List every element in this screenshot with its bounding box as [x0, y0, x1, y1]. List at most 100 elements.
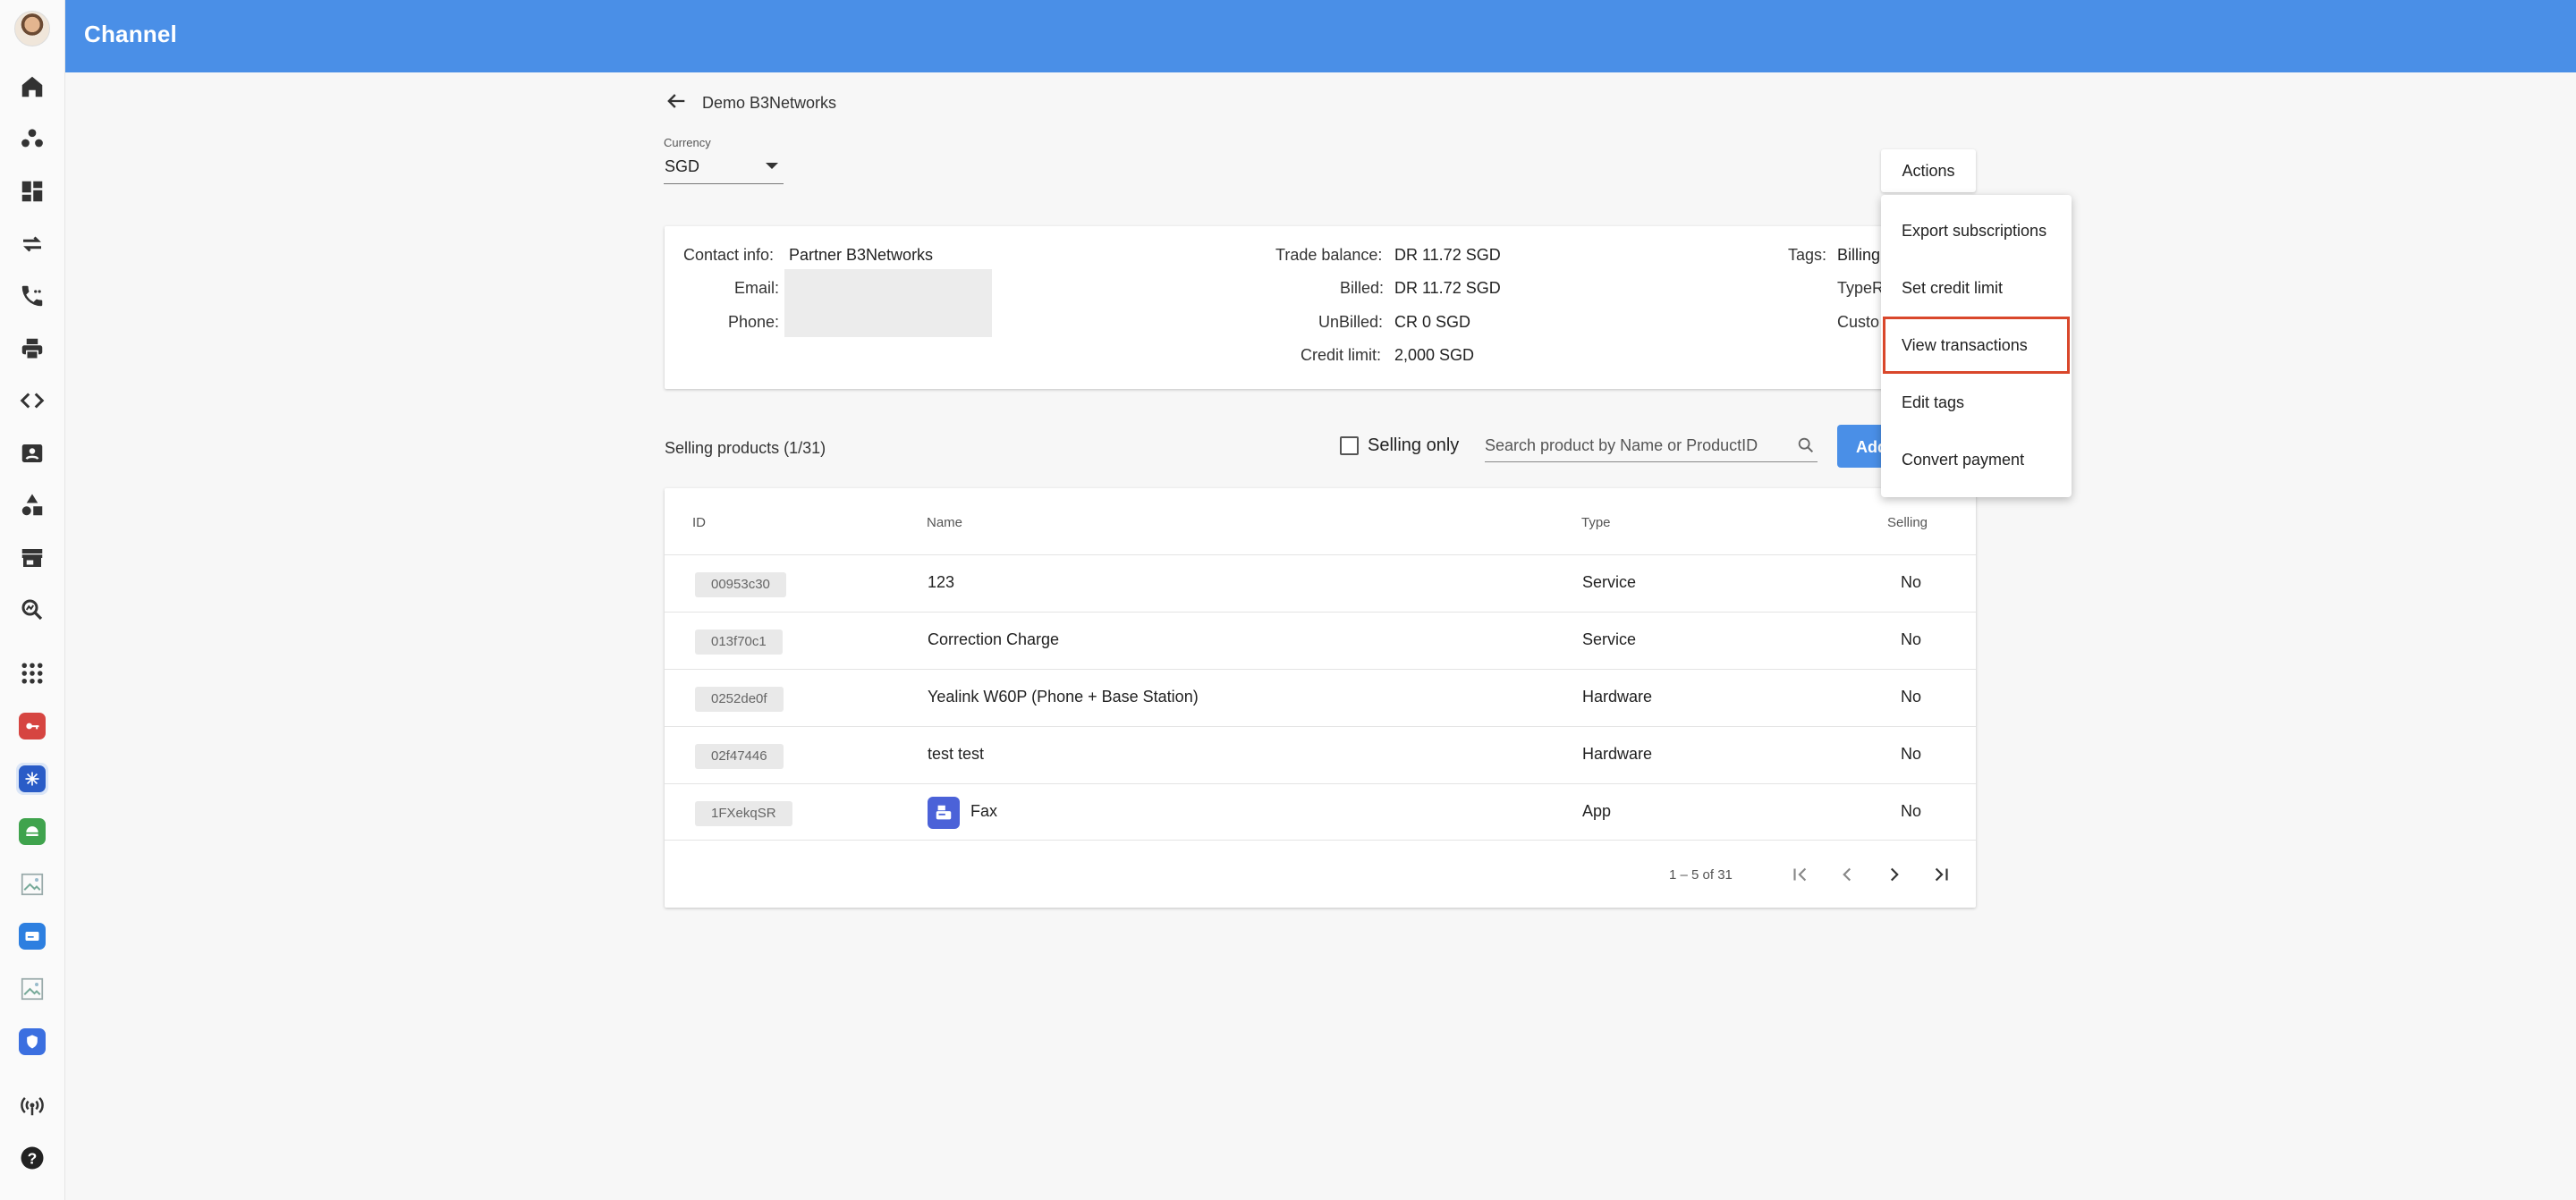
table-row[interactable]: 00953c30 123 Service No: [665, 554, 1976, 612]
menu-item-edit-tags[interactable]: Edit tags: [1883, 374, 2070, 431]
product-name: Yealink W60P (Phone + Base Station): [928, 688, 1199, 706]
product-search: [1485, 428, 1818, 462]
product-id-chip: 1FXekqSR: [695, 801, 792, 826]
code-icon[interactable]: [16, 385, 48, 417]
shield-app-icon[interactable]: [16, 1026, 48, 1058]
type-label: TypeR: [1837, 279, 1885, 297]
billed-label: Billed:: [1340, 279, 1385, 297]
contact-info-value: Partner B3Networks: [789, 246, 934, 264]
left-nav-rail: ?: [0, 0, 65, 1200]
store-icon[interactable]: [16, 542, 48, 574]
previous-page-button[interactable]: [1833, 860, 1861, 889]
tags-value: Billing: [1837, 246, 1881, 264]
column-header-name[interactable]: Name: [927, 515, 962, 530]
broken-image-icon[interactable]: [16, 973, 48, 1005]
pagination-range: 1 – 5 of 31: [1669, 867, 1733, 883]
product-type: Service: [1582, 630, 1637, 648]
svg-text:?: ?: [28, 1149, 38, 1167]
table-row[interactable]: 1FXekqSR Fax App No: [665, 783, 1976, 841]
green-app-icon[interactable]: [16, 815, 48, 848]
selling-only-label[interactable]: Selling only: [1368, 435, 1459, 456]
next-page-button[interactable]: [1880, 860, 1909, 889]
back-button[interactable]: [664, 88, 696, 114]
credit-limit-label: Credit limit:: [1301, 346, 1382, 364]
blue-card-app-icon[interactable]: [16, 920, 48, 952]
arrow-back-icon: [667, 94, 685, 108]
product-id-chip: 013f70c1: [695, 630, 783, 655]
phone-label: Phone:: [728, 313, 780, 331]
menu-item-convert-payment[interactable]: Convert payment: [1883, 431, 2070, 488]
first-page-button[interactable]: [1786, 860, 1815, 889]
email-label: Email:: [734, 279, 780, 297]
channel-app-icon[interactable]: [16, 763, 48, 795]
help-icon[interactable]: ?: [16, 1142, 48, 1174]
product-name: 123: [928, 573, 955, 591]
printer-icon[interactable]: [16, 333, 48, 365]
transfer-icon[interactable]: [16, 228, 48, 260]
product-name: Correction Charge: [928, 630, 1060, 648]
table-row[interactable]: 013f70c1 Correction Charge Service No: [665, 612, 1976, 669]
billed-value: DR 11.72 SGD: [1394, 279, 1501, 297]
product-selling: No: [1901, 802, 1922, 820]
product-type: Hardware: [1582, 745, 1653, 763]
selling-products-title: Selling products (1/31): [665, 439, 826, 457]
broadcast-icon[interactable]: [16, 1089, 48, 1121]
apps-grid-icon[interactable]: [16, 657, 48, 689]
product-type: App: [1582, 802, 1612, 820]
actions-menu: Export subscriptions Set credit limit Vi…: [1881, 195, 2072, 497]
tags-label: Tags:: [1788, 246, 1827, 264]
product-id-chip: 00953c30: [695, 572, 786, 597]
dashboard-icon[interactable]: [16, 175, 48, 207]
actions-button[interactable]: Actions: [1881, 149, 1976, 192]
unbilled-value: CR 0 SGD: [1394, 313, 1471, 331]
menu-item-view-transactions[interactable]: View transactions: [1883, 317, 2070, 374]
trade-balance-value: DR 11.72 SGD: [1394, 246, 1501, 264]
currency-value: SGD: [665, 157, 700, 175]
first-page-icon: [1793, 867, 1807, 882]
product-id-chip: 02f47446: [695, 744, 784, 769]
products-table: ID Name Type Selling 00953c30 123 Servic…: [665, 488, 1976, 908]
product-type: Service: [1582, 573, 1637, 591]
chevron-right-icon: [1890, 867, 1899, 882]
people-icon[interactable]: [16, 123, 48, 155]
search-icon[interactable]: [1796, 435, 1816, 455]
table-row[interactable]: 02f47446 test test Hardware No: [665, 726, 1976, 783]
shapes-icon[interactable]: [16, 489, 48, 521]
menu-item-set-credit-limit[interactable]: Set credit limit: [1883, 259, 2070, 317]
last-page-icon: [1935, 867, 1948, 882]
column-header-id[interactable]: ID: [692, 515, 706, 530]
product-name: Fax: [970, 802, 998, 820]
user-avatar[interactable]: [14, 11, 50, 46]
selling-only-checkbox[interactable]: [1340, 436, 1359, 455]
account-info-card: Contact info: Partner B3Networks Email: …: [665, 226, 1976, 389]
app-title: Channel: [84, 21, 177, 47]
key-app-icon[interactable]: [16, 710, 48, 742]
menu-item-export-subscriptions[interactable]: Export subscriptions: [1883, 202, 2070, 259]
custom-label: Custo: [1837, 313, 1880, 331]
home-icon[interactable]: [16, 71, 48, 103]
product-selling: No: [1901, 745, 1922, 763]
product-id-chip: 0252de0f: [695, 687, 784, 712]
top-app-bar: Channel: [65, 0, 2576, 72]
product-selling: No: [1901, 630, 1922, 648]
redacted-contact-details: [784, 269, 992, 337]
currency-label: Currency: [664, 136, 711, 149]
product-name: test test: [928, 745, 985, 763]
broken-image-icon[interactable]: [16, 868, 48, 900]
search-input[interactable]: [1485, 434, 1780, 457]
chevron-left-icon: [1843, 867, 1852, 882]
customer-name: Demo B3Networks: [702, 94, 837, 112]
fax-app-icon: [928, 797, 960, 829]
analytics-search-icon[interactable]: [16, 594, 48, 626]
last-page-button[interactable]: [1927, 860, 1955, 889]
table-row[interactable]: 0252de0f Yealink W60P (Phone + Base Stat…: [665, 669, 1976, 726]
column-header-selling[interactable]: Selling: [1887, 515, 1928, 530]
currency-select[interactable]: SGD: [664, 156, 784, 184]
contact-card-icon[interactable]: [16, 437, 48, 469]
product-selling: No: [1901, 573, 1922, 591]
phone-call-icon[interactable]: [16, 280, 48, 312]
column-header-type[interactable]: Type: [1581, 515, 1611, 530]
chevron-down-icon: [766, 163, 778, 169]
product-selling: No: [1901, 688, 1922, 706]
trade-balance-label: Trade balance:: [1275, 246, 1383, 264]
